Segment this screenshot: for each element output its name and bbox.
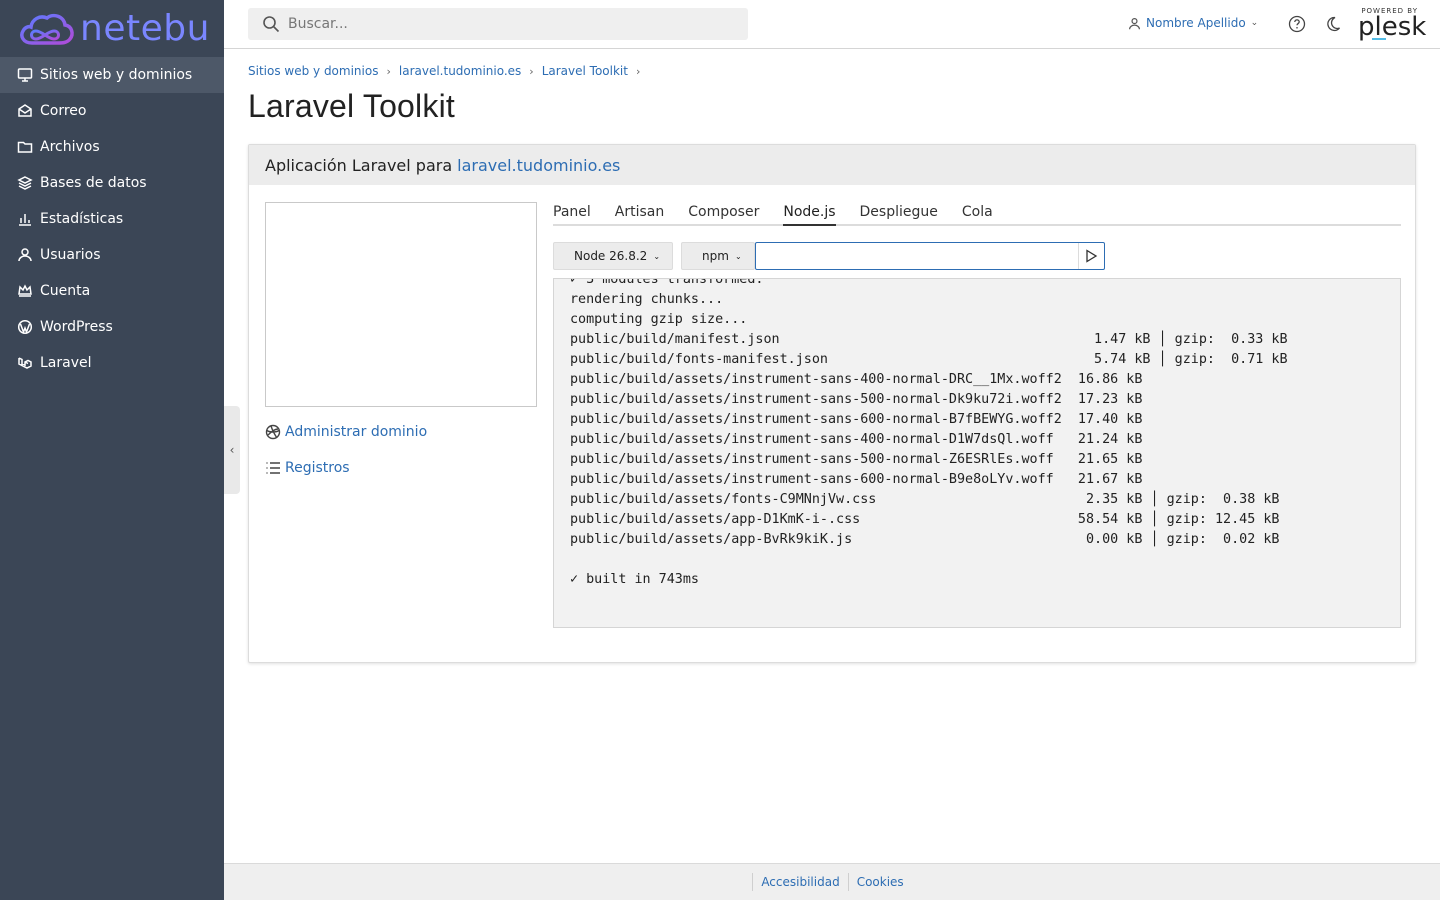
user-icon — [1129, 17, 1140, 29]
chevron-right-icon: › — [386, 64, 391, 78]
user-name: Nombre Apellido — [1146, 16, 1246, 30]
chevron-down-icon: ⌄ — [734, 251, 742, 261]
chevron-down-icon: ⌄ — [653, 251, 661, 261]
sidebar-item-label: Cuenta — [40, 283, 91, 299]
logs-link[interactable]: Registros — [265, 460, 350, 476]
tab-queue[interactable]: Cola — [962, 202, 993, 224]
command-toolbar: Node 26.8.2 ⌄ npm ⌄ — [553, 242, 1105, 270]
console-output[interactable]: ✓ 3 modules transformed. rendering chunk… — [553, 278, 1401, 628]
sidebar-item-label: Bases de datos — [40, 175, 147, 191]
command-field — [754, 242, 1105, 270]
card-title-domain-link[interactable]: laravel.tudominio.es — [457, 156, 620, 175]
breadcrumb-link-toolkit[interactable]: Laravel Toolkit — [542, 64, 628, 78]
sidebar-item-websites[interactable]: Sitios web y dominios — [0, 57, 224, 93]
list-icon — [266, 462, 280, 474]
package-manager-select[interactable]: npm ⌄ — [681, 242, 755, 270]
laravel-icon — [16, 354, 34, 372]
tab-deploy[interactable]: Despliegue — [860, 202, 938, 224]
breadcrumb-link-websites[interactable]: Sitios web y dominios — [248, 64, 378, 78]
chart-icon — [16, 210, 34, 228]
monitor-icon — [16, 66, 34, 84]
search-input[interactable] — [288, 16, 728, 32]
node-version-select[interactable]: Node 26.8.2 ⌄ — [553, 242, 674, 270]
sidebar-item-users[interactable]: Usuarios — [0, 237, 224, 273]
sidebar-item-account[interactable]: Cuenta — [0, 273, 224, 309]
folder-icon — [16, 138, 34, 156]
user-icon — [16, 246, 34, 264]
crown-icon — [16, 282, 34, 300]
card-header: Aplicación Laravel para laravel.tudomini… — [249, 145, 1415, 185]
sidebar-item-files[interactable]: Archivos — [0, 129, 224, 165]
tab-panel[interactable]: Panel — [553, 202, 591, 224]
logo-text: netebu — [80, 8, 210, 49]
node-version-value: Node 26.8.2 — [574, 249, 648, 263]
chevron-right-icon: › — [635, 64, 641, 78]
user-menu[interactable]: Nombre Apellido ⌄ — [1128, 16, 1258, 30]
cloud-logo-icon — [20, 13, 74, 45]
play-icon — [1086, 249, 1098, 263]
tab-nodejs[interactable]: Node.js — [783, 202, 836, 226]
chevron-down-icon: ⌄ — [1250, 18, 1259, 28]
brand-logo[interactable]: netebu — [0, 0, 224, 57]
sidebar-item-databases[interactable]: Bases de datos — [0, 165, 224, 201]
database-icon — [16, 174, 34, 192]
sidebar-item-mail[interactable]: Correo — [0, 93, 224, 129]
page-title: Laravel Toolkit — [248, 88, 455, 124]
wordpress-icon — [16, 318, 34, 336]
tab-artisan[interactable]: Artisan — [615, 202, 664, 224]
sidebar-item-label: Estadísticas — [40, 211, 124, 227]
cookies-link[interactable]: Cookies — [849, 875, 912, 889]
console-text: ✓ 3 modules transformed. rendering chunk… — [570, 278, 1288, 587]
chevron-left-icon: ‹ — [229, 443, 235, 457]
laravel-app-card: Aplicación Laravel para laravel.tudomini… — [248, 144, 1416, 663]
help-icon[interactable] — [1288, 15, 1306, 33]
sidebar-item-statistics[interactable]: Estadísticas — [0, 201, 224, 237]
manage-domain-link[interactable]: Administrar dominio — [265, 424, 427, 440]
logs-label: Registros — [285, 460, 350, 476]
sidebar-nav: Sitios web y dominios Correo Archivos Ba… — [0, 57, 224, 381]
plesk-wordmark: plesk — [1358, 12, 1427, 42]
mail-icon — [16, 102, 34, 120]
search-box — [248, 8, 748, 40]
plesk-accent-bar — [1372, 38, 1386, 40]
sidebar-item-label: Correo — [40, 103, 87, 119]
sidebar: netebu Sitios web y dominios Correo Arch… — [0, 0, 224, 900]
sidebar-item-label: WordPress — [40, 319, 113, 335]
sidebar-item-label: Archivos — [40, 139, 100, 155]
sidebar-item-laravel[interactable]: Laravel — [0, 345, 224, 381]
card-title-prefix: Aplicación Laravel para — [265, 155, 453, 175]
run-command-button[interactable] — [1077, 243, 1104, 269]
tab-bar: Panel Artisan Composer Node.js Despliegu… — [553, 202, 1401, 226]
breadcrumb-link-domain[interactable]: laravel.tudominio.es — [399, 64, 521, 78]
package-manager-value: npm — [702, 249, 729, 263]
top-header: Nombre Apellido ⌄ POWERED BY plesk — [224, 0, 1440, 49]
sidebar-item-label: Laravel — [40, 355, 92, 371]
breadcrumb: Sitios web y dominios › laravel.tudomini… — [248, 64, 648, 78]
plesk-logo: POWERED BY plesk — [1358, 7, 1427, 42]
accessibility-link[interactable]: Accesibilidad — [753, 875, 847, 889]
sidebar-collapse-handle[interactable]: ‹ — [224, 406, 240, 494]
tab-composer[interactable]: Composer — [688, 202, 759, 224]
search-icon — [263, 16, 280, 33]
sidebar-item-label: Sitios web y dominios — [40, 67, 193, 83]
site-preview — [265, 202, 537, 407]
footer: Accesibilidad Cookies — [224, 863, 1440, 900]
sidebar-item-wordpress[interactable]: WordPress — [0, 309, 224, 345]
dark-mode-icon[interactable] — [1324, 15, 1342, 33]
command-input[interactable] — [755, 243, 1078, 269]
chevron-right-icon: › — [529, 64, 534, 78]
globe-icon — [265, 424, 281, 440]
manage-domain-label: Administrar dominio — [285, 424, 428, 440]
sidebar-item-label: Usuarios — [40, 247, 101, 263]
